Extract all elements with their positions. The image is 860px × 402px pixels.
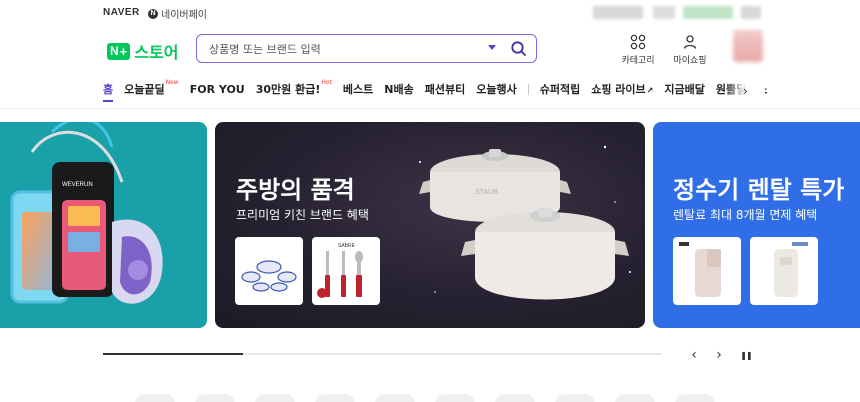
banner-kitchen[interactable]: 주방의 품격 프리미엄 키친 브랜드 혜택 SABRE STAUB bbox=[215, 122, 645, 328]
cutlery-brand-label: SABRE bbox=[338, 243, 356, 249]
purifier-image-2 bbox=[774, 242, 808, 297]
search-button[interactable] bbox=[510, 40, 527, 57]
category-grid-icon bbox=[630, 34, 646, 50]
nav-item-today-event[interactable]: 오늘행사 bbox=[476, 81, 516, 97]
purifier-banner-subtitle: 렌탈료 최대 8개월 면제 혜택 bbox=[673, 208, 818, 222]
nav-item-for-you[interactable]: FOR YOU bbox=[190, 83, 245, 96]
carousel-next-button[interactable]: › bbox=[710, 346, 728, 364]
staub-pots-image: STAUB bbox=[419, 145, 631, 300]
external-link-icon: ↗ bbox=[646, 86, 654, 95]
kitchen-banner-title: 주방의 품격 bbox=[236, 176, 355, 204]
purifier-thumbnail-1[interactable] bbox=[673, 237, 741, 305]
naver-store-logo[interactable]: N + 스토어 bbox=[107, 39, 178, 63]
pot-brand-label: STAUB bbox=[475, 189, 498, 196]
naver-pay-link[interactable]: N 네이버페이 bbox=[148, 6, 207, 21]
waterproof-case-image: WEVERUN bbox=[10, 122, 163, 304]
my-shopping-button[interactable]: 마이쇼핑 bbox=[668, 34, 712, 66]
logo-badge-plus: + bbox=[119, 43, 128, 59]
banner-water-purifier[interactable]: 정수기 렌탈 특가 렌탈료 최대 8개월 면제 혜택 bbox=[653, 122, 860, 328]
banner-waterproof-case[interactable]: WEVERUN bbox=[0, 122, 207, 328]
naver-pay-icon: N bbox=[148, 8, 158, 19]
nav-item-home[interactable]: 홈 bbox=[103, 81, 114, 102]
cutlery-image: SABRE bbox=[317, 243, 363, 298]
nav-item-delivery-now[interactable]: 지금배달 bbox=[664, 81, 704, 97]
new-badge: New bbox=[165, 79, 179, 87]
nav-item-fashion-beauty[interactable]: 패션뷰티 bbox=[425, 81, 465, 97]
nav-item-best[interactable]: 베스트 bbox=[343, 81, 373, 97]
search-input[interactable] bbox=[209, 40, 479, 58]
carousel-progress-fill bbox=[103, 353, 243, 355]
category-shortcut-row bbox=[0, 394, 860, 402]
dishware-image bbox=[241, 260, 297, 292]
nav-next-arrow-icon[interactable]: › bbox=[743, 84, 748, 98]
blurred-user-info bbox=[653, 6, 675, 19]
purifier-thumbnail-2[interactable] bbox=[750, 237, 818, 305]
blurred-user-info bbox=[593, 6, 643, 19]
naver-pay-label: 네이버페이 bbox=[161, 10, 207, 21]
avatar[interactable] bbox=[733, 30, 763, 62]
search-box bbox=[196, 34, 537, 63]
logo-badge: N + bbox=[107, 42, 131, 60]
nav-item-super-points[interactable]: 슈퍼적립 bbox=[540, 81, 580, 97]
blurred-user-info bbox=[741, 6, 761, 19]
nav-divider bbox=[527, 83, 529, 95]
blurred-user-info bbox=[683, 6, 733, 19]
nav-item-shopping-live[interactable]: 쇼핑 라이브↗ bbox=[591, 81, 653, 97]
carousel-pause-button[interactable]: ❚❚ bbox=[737, 346, 755, 364]
nav-item-n-delivery[interactable]: N배송 bbox=[384, 81, 413, 97]
search-icon bbox=[511, 41, 526, 56]
naver-logo[interactable]: NAVER bbox=[103, 7, 140, 18]
logo-text: 스토어 bbox=[134, 43, 179, 62]
purifier-banner-title: 정수기 렌탈 특가 bbox=[673, 176, 845, 204]
category-label: 카테고리 bbox=[621, 56, 655, 66]
carousel-prev-button[interactable]: ‹ bbox=[685, 346, 703, 364]
case-brand-label: WEVERUN bbox=[62, 182, 93, 188]
hot-badge: Hot bbox=[321, 79, 332, 87]
purifier-image-1 bbox=[679, 242, 721, 297]
category-button[interactable]: 카테고리 bbox=[616, 34, 660, 66]
my-shopping-label: 마이쇼핑 bbox=[673, 56, 707, 66]
nav-item-refund[interactable]: 30만원 환급!Hot bbox=[256, 79, 332, 97]
top-utility-bar: NAVER N 네이버페이 bbox=[0, 0, 860, 28]
header-divider bbox=[0, 108, 860, 109]
kitchen-banner-subtitle: 프리미엄 키친 브랜드 혜택 bbox=[236, 208, 369, 222]
cutlery-thumbnail[interactable]: SABRE bbox=[312, 237, 380, 305]
user-icon bbox=[683, 35, 697, 49]
dishware-thumbnail[interactable] bbox=[235, 237, 303, 305]
logo-badge-n: N bbox=[110, 44, 119, 58]
carousel-progress bbox=[103, 353, 662, 355]
dropdown-caret-icon[interactable] bbox=[488, 45, 496, 50]
main-nav: 홈 오늘끝딜New FOR YOU 30만원 환급!Hot 베스트 N배송 패션… bbox=[103, 79, 778, 102]
nav-item-today-deal[interactable]: 오늘끝딜New bbox=[124, 79, 179, 97]
